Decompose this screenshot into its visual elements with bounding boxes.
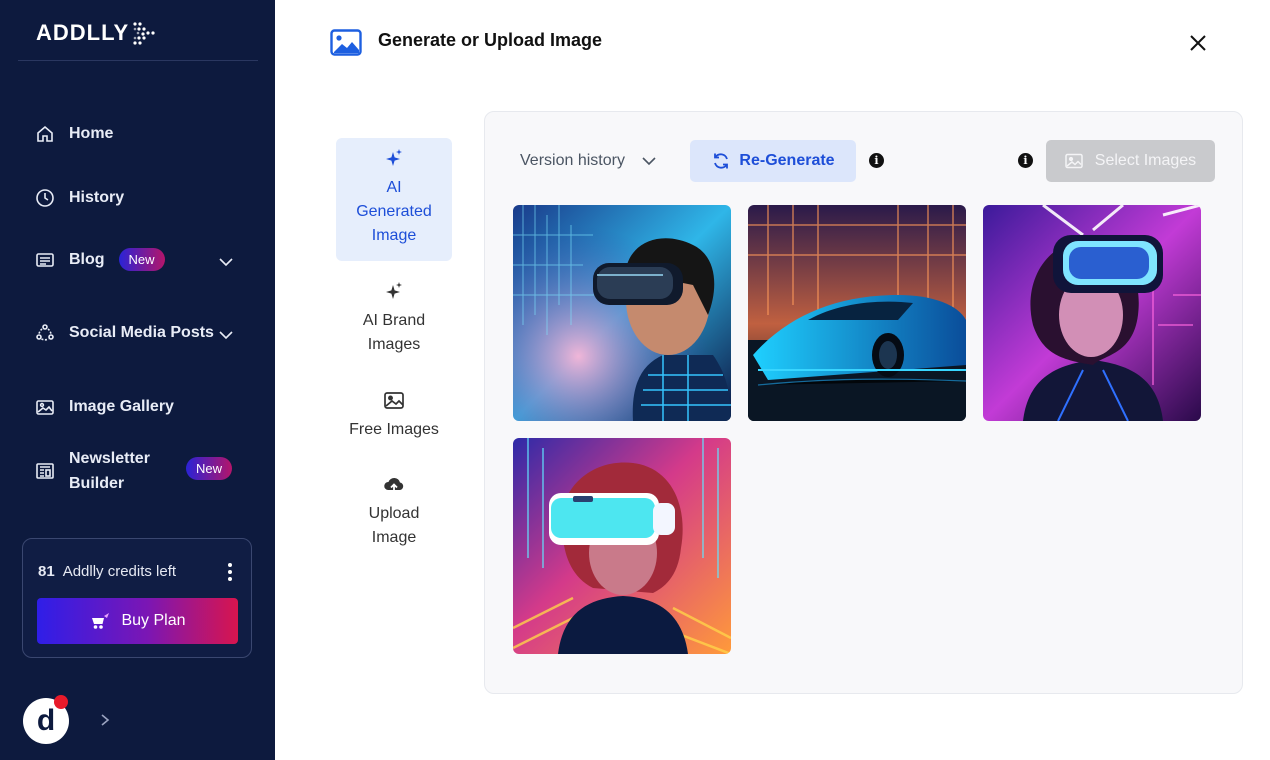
vr-woman-neon-icon (983, 205, 1201, 421)
info-icon[interactable]: i (1018, 153, 1033, 168)
page-title: Generate or Upload Image (378, 30, 603, 50)
select-images-button[interactable]: Select Images (1046, 140, 1215, 182)
sparkles-icon (386, 282, 402, 299)
version-history-label: Version history (520, 152, 625, 169)
sidebar-item-label: Newsletter Builder (69, 446, 150, 496)
sidebar-item-label: Home (69, 125, 114, 142)
close-icon[interactable] (1187, 32, 1209, 54)
home-icon (34, 123, 56, 145)
sidebar-item-label: Blog (69, 250, 105, 268)
select-images-label: Select Images (1094, 152, 1197, 169)
clock-icon (34, 187, 56, 209)
avatar-letter: d (36, 704, 56, 737)
gallery-image-vr-woman-neon[interactable] (983, 205, 1201, 421)
sidebar-item-newsletter-builder[interactable]: Newsletter Builder (34, 446, 150, 496)
tab-upload-image[interactable]: Upload Image (336, 474, 452, 550)
image-upload-icon (330, 29, 362, 56)
sidebar-item-history[interactable]: History (34, 187, 124, 209)
sparkles-icon (386, 149, 402, 166)
regenerate-button[interactable]: Re-Generate (690, 140, 856, 182)
gallery-image-vr-woman-cyberpunk[interactable] (513, 438, 731, 654)
tab-label-line: Images (367, 336, 421, 353)
tab-label-line: AI Brand (362, 312, 426, 329)
tab-label-line: Image (371, 227, 417, 244)
chevron-down-icon[interactable] (218, 254, 234, 270)
vr-man-portrait-icon (513, 205, 731, 421)
sidebar: ADDLLY Home History Blog New Social Medi… (0, 0, 275, 760)
notification-dot (54, 695, 68, 709)
image-gallery-icon (34, 396, 56, 418)
logo-arrow-icon (133, 22, 155, 45)
social-share-icon (34, 322, 56, 344)
more-options-icon[interactable] (227, 563, 233, 581)
tab-label-line: Image (371, 529, 417, 546)
futuristic-car-icon (748, 205, 966, 421)
tab-free-images[interactable]: Free Images (336, 390, 452, 442)
image-panel: Version history Re-Generate i i Select I… (484, 111, 1243, 694)
version-history-dropdown[interactable]: Version history (520, 152, 657, 170)
credits-card: 81 Addlly credits left Buy Plan (22, 538, 252, 658)
buy-plan-label: Buy Plan (121, 612, 186, 629)
tab-label-line: Generated (356, 203, 432, 220)
credits-count: 81 (38, 563, 55, 580)
tab-label-line: AI (386, 179, 402, 196)
vr-woman-cyberpunk-icon (513, 438, 731, 654)
regenerate-label: Re-Generate (739, 152, 835, 169)
newsletter-label-line-2: Builder (69, 475, 125, 492)
sidebar-item-blog[interactable]: Blog New (34, 248, 165, 271)
chevron-right-icon[interactable] (98, 713, 112, 727)
image-icon (1065, 153, 1083, 169)
sidebar-item-label: Social Media Posts (69, 324, 214, 341)
sidebar-scroll-fade (66, 512, 256, 520)
gallery-image-vr-man[interactable] (513, 205, 731, 421)
image-icon (384, 392, 404, 409)
tab-label-line: Free Images (349, 421, 439, 438)
tab-ai-generated-image[interactable]: AI Generated Image (336, 138, 452, 261)
credits-label: Addlly credits left (62, 563, 177, 580)
credits-row: 81 Addlly credits left (38, 563, 176, 580)
rocket-cart-icon (92, 613, 110, 629)
sidebar-item-image-gallery[interactable]: Image Gallery (34, 396, 174, 418)
refresh-icon (714, 153, 729, 169)
new-badge: New (118, 248, 165, 271)
addlly-logo[interactable]: ADDLLY (36, 18, 159, 48)
buy-plan-button[interactable]: Buy Plan (37, 598, 238, 644)
newsletter-label-line-1: Newsletter (69, 450, 150, 467)
sidebar-divider (18, 60, 258, 61)
blog-icon (34, 249, 56, 271)
chevron-down-icon[interactable] (218, 327, 234, 343)
tab-label-line: Upload (368, 505, 420, 522)
logo-text: ADDLLY (36, 20, 130, 45)
tab-ai-brand-images[interactable]: AI Brand Images (336, 281, 452, 357)
chevron-down-icon (642, 157, 656, 166)
newsletter-icon (34, 460, 56, 482)
cloud-upload-icon (384, 477, 404, 493)
info-icon[interactable]: i (869, 153, 884, 168)
gallery-image-futuristic-car[interactable] (748, 205, 966, 421)
new-badge: New (186, 457, 233, 480)
sidebar-item-label: History (69, 189, 125, 206)
sidebar-item-label: Image Gallery (69, 398, 174, 415)
sidebar-item-home[interactable]: Home (34, 123, 113, 145)
sidebar-item-social-media-posts[interactable]: Social Media Posts (34, 322, 214, 344)
